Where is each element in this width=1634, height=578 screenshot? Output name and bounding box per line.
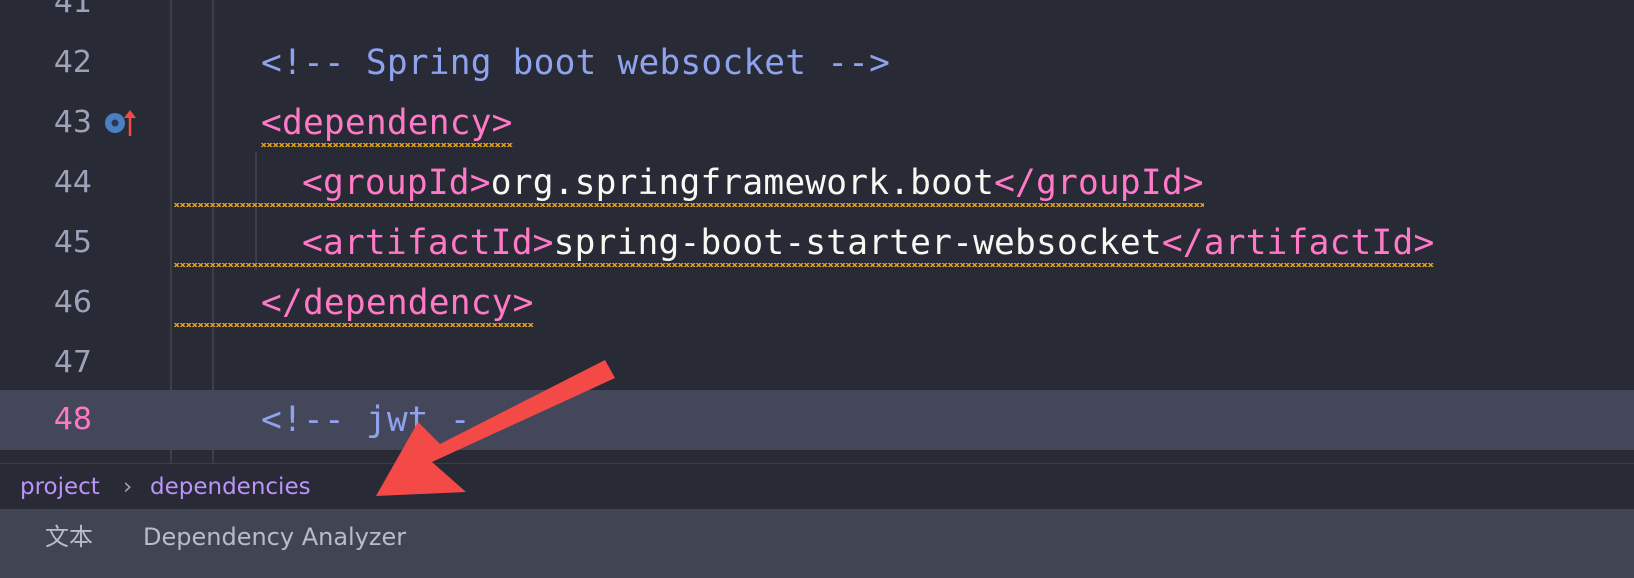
line-number: 48 — [53, 402, 92, 437]
xml-comment: <!-- Spring boot websocket --> — [261, 43, 891, 83]
code-line[interactable]: 43 <dependency> — [0, 93, 1634, 153]
xml-tag: <dependency> — [261, 103, 513, 143]
gutter-overrides-icon[interactable] — [104, 108, 140, 138]
line-number: 41 — [53, 0, 92, 20]
xml-tag: <groupId> — [302, 163, 491, 203]
line-number: 42 — [53, 45, 92, 80]
code-line[interactable]: 41 — [0, 0, 1634, 33]
xml-tag: </groupId> — [994, 163, 1204, 203]
xml-tag: <artifactId> — [302, 223, 554, 263]
editor-tool-tabs: 文本 Dependency Analyzer — [0, 509, 1634, 578]
code-editor[interactable]: 41 42 <!-- Spring boot websocket --> 43 … — [0, 0, 1634, 463]
code-line-current[interactable]: 48 <!-- jwt - — [0, 390, 1634, 450]
code-line[interactable]: 46 </dependency> — [0, 273, 1634, 333]
xml-comment: <!-- jwt - — [261, 400, 471, 440]
line-number: 43 — [53, 105, 92, 140]
line-number: 47 — [53, 345, 92, 380]
xml-tag: </artifactId> — [1161, 223, 1435, 263]
breadcrumb: project › dependencies — [0, 463, 1634, 510]
xml-text: org.springframework.boot — [490, 163, 995, 203]
code-line[interactable]: 47 — [0, 333, 1634, 393]
breadcrumb-item-project[interactable]: project — [20, 464, 100, 510]
breadcrumb-separator: › — [123, 474, 133, 500]
line-number: 46 — [53, 285, 92, 320]
line-number: 44 — [53, 165, 92, 200]
breadcrumb-item-dependencies[interactable]: dependencies — [150, 464, 311, 510]
xml-text: spring-boot-starter-websocket — [553, 223, 1162, 263]
code-line[interactable]: 45 <artifactId>spring-boot-starter-webso… — [0, 213, 1634, 273]
line-number: 45 — [53, 225, 92, 260]
code-line[interactable]: 44 <groupId>org.springframework.boot</gr… — [0, 153, 1634, 213]
code-line[interactable]: 42 <!-- Spring boot websocket --> — [0, 33, 1634, 93]
tab-text[interactable]: 文本 — [45, 509, 93, 565]
xml-tag: </dependency> — [261, 283, 534, 323]
tab-dependency-analyzer[interactable]: Dependency Analyzer — [143, 509, 406, 565]
